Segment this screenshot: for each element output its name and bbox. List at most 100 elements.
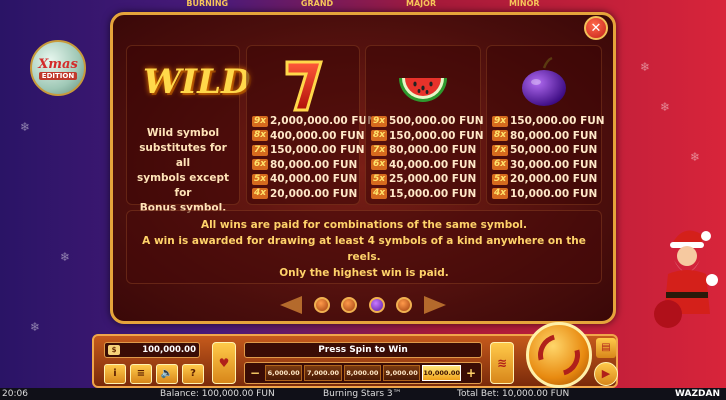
speaker-icon: 🔈 [160,368,174,379]
page-dot[interactable] [341,297,358,313]
multiplier-badge: 4x [371,188,387,200]
xmas-edition-ornament: Xmas EDITION [30,40,86,96]
wild-logo: WILD [143,62,251,102]
pay-row: 4x 20,000.00 FUN [252,187,358,202]
close-icon: ✕ [590,20,602,36]
status-balance: Balance: 100,000.00 FUN [160,389,275,399]
paytable-card-plum: 9x 150,000.00 FUN 8x 80,000.00 FUN 7x 50,00… [486,45,605,205]
bet-option[interactable]: 9,000.00 [383,365,421,381]
game-name: Burning Stars 3™ [323,389,402,399]
multiplier-badge: 6x [492,159,508,171]
pay-row: 9x 500,000.00 FUN [371,114,484,129]
pay-row: 5x 25,000.00 FUN [371,172,477,187]
wild-description: Wild symbol substitutes for all symbols … [131,126,235,216]
pay-row: 7x 50,000.00 FUN [492,143,598,158]
autoplay-button[interactable]: ▤ [596,338,616,358]
bet-option[interactable]: 8,000.00 [343,365,382,381]
info-button[interactable]: i [104,364,126,384]
gamble-button[interactable]: ♥ [212,342,236,384]
turbo-button[interactable]: ▶ [594,362,618,386]
info-icon: i [113,368,117,379]
spin-button[interactable] [526,322,592,388]
pay-value: 20,000.00 FUN [270,187,358,200]
rule-line: A win is awarded for drawing at least 4 … [142,235,586,263]
page-dot-active[interactable] [368,297,385,313]
multiplier-badge: 9x [492,115,508,127]
pay-row: 6x 40,000.00 FUN [371,158,477,173]
jackpot-label: GRAND [300,0,334,8]
sound-button[interactable]: 🔈 [156,364,178,384]
pay-value: 50,000.00 FUN [510,144,598,157]
plum-icon [522,56,566,106]
pay-row: 4x 10,000.00 FUN [492,187,598,202]
volatility-button[interactable]: ≋ [490,342,514,384]
menu-icon: ≡ [136,368,146,379]
pay-value: 80,000.00 FUN [510,129,598,142]
pay-row: 9x 2,000,000.00 FUN [252,114,376,129]
prev-page-arrow-icon[interactable] [280,296,302,314]
pay-value: 10,000.00 FUN [510,187,598,200]
pay-row: 6x 30,000.00 FUN [492,158,597,173]
multiplier-badge: 5x [492,173,508,185]
multiplier-badge: 7x [492,144,508,156]
balance-value: 100,000.00 [142,345,196,355]
pay-value: 400,000.00 FUN [270,129,365,142]
pay-list: 9x 150,000.00 FUN 8x 80,000.00 FUN 7x 50,00… [492,114,605,202]
pay-value: 40,000.00 FUN [389,158,477,171]
multiplier-badge: 9x [371,115,387,127]
card-icon: ♥ [218,356,230,370]
ornament-subtitle: EDITION [38,71,78,80]
rule-line: Only the highest win is paid. [279,267,449,279]
brand-logo: WAZDAN [675,389,720,399]
page-dot[interactable] [396,297,413,313]
snowflake-icon: ❄ [690,150,701,164]
help-button[interactable]: ? [182,364,204,384]
multiplier-badge: 6x [371,159,387,171]
message-box: Press Spin to Win [244,342,482,358]
jackpot-labels: BURNING GRAND MAJOR MINOR [150,0,576,10]
multiplier-badge: 7x [252,144,268,156]
bet-decrease-button[interactable]: − [247,364,263,382]
pay-list: 9x 500,000.00 FUN 8x 150,000.00 FUN 7x 80,0… [371,114,484,201]
pay-row: 5x 40,000.00 FUN [252,172,358,187]
multiplier-badge: 4x [492,188,508,200]
page-navigator [280,295,446,315]
pay-value: 2,000,000.00 FUN [270,115,376,128]
santa-icon [654,230,718,328]
bet-option-selected[interactable]: 10,000.00 [422,365,461,381]
spin-arrows-icon [530,326,588,384]
bet-option[interactable]: 6,000.00 [265,365,303,381]
pay-value: 150,000.00 FUN [510,115,605,128]
multiplier-badge: 4x [252,188,268,200]
wild-desc-line: Wild symbol [146,127,220,139]
wild-desc-line: substitutes for all [139,142,227,169]
multiplier-badge: 5x [252,173,268,185]
snowflake-icon: ❄ [660,100,671,114]
paytable-card-watermelon: 9x 500,000.00 FUN 8x 150,000.00 FUN 7x 80,0… [365,45,484,205]
pay-list: 9x 2,000,000.00 FUN 8x 400,000.00 FUN 7x 15… [252,114,376,202]
paytable-card-seven: 9x 2,000,000.00 FUN 8x 400,000.00 FUN 7x 15… [246,45,376,205]
bet-option[interactable]: 7,000.00 [304,365,342,381]
close-button[interactable]: ✕ [584,16,608,40]
multiplier-badge: 8x [492,130,508,142]
rule-line: All wins are paid for combinations of th… [200,219,528,231]
bet-increase-button[interactable]: + [463,364,479,382]
page-dot[interactable] [313,297,330,313]
pay-value: 80,000.00 FUN [389,144,477,157]
ornament-title: Xmas [38,56,78,72]
status-total-bet: Total Bet: 10,000.00 FUN [457,389,570,399]
pay-value: 20,000.00 FUN [510,173,598,186]
pay-row: 9x 150,000.00 FUN [492,114,605,129]
pay-value: 25,000.00 FUN [389,173,477,186]
wallet-icon: $ [108,345,120,355]
menu-button[interactable]: ≡ [130,364,152,384]
pay-row: 7x 150,000.00 FUN [252,143,365,158]
pay-row: 8x 400,000.00 FUN [252,129,365,144]
snowflake-icon: ❄ [30,320,41,334]
snowflake-icon: ❄ [640,60,651,74]
clock: 20:06 [2,389,28,399]
pay-row: 7x 80,000.00 FUN [371,143,477,158]
next-page-arrow-icon[interactable] [423,296,446,314]
pay-value: 40,000.00 FUN [270,173,358,186]
pay-row: 6x 80,000.00 FUN [252,158,357,173]
